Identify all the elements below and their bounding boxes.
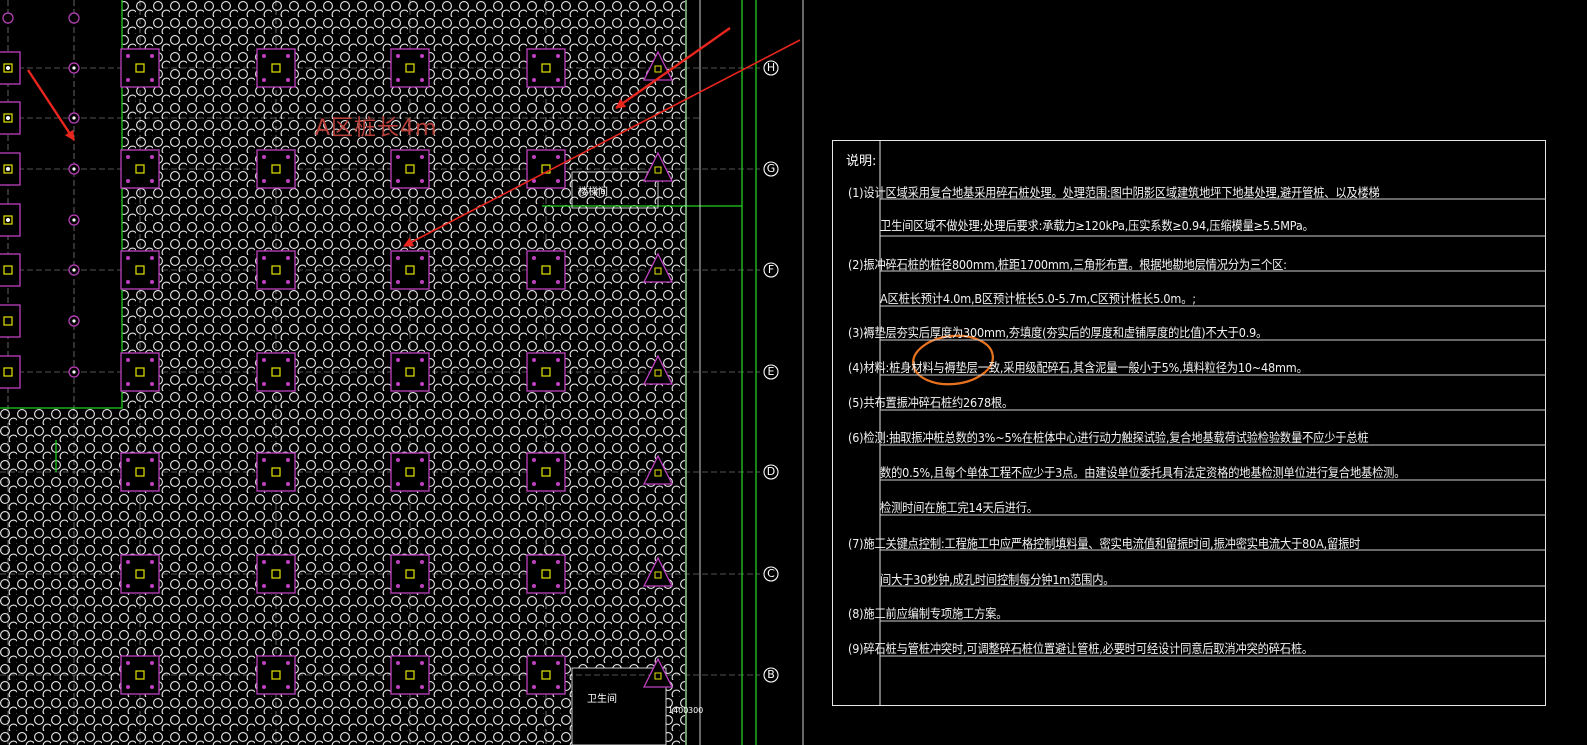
arrow-left [26, 69, 76, 141]
axis-label: F [767, 263, 775, 276]
notes-line: (2)振冲碎石桩的桩径800mm,桩距1700mm,三角形布置。根据地勘地层情况… [848, 257, 1287, 272]
notes-line: 检测时间在施工完14天后进行。 [880, 500, 1038, 515]
notes-line: (7)施工关键点控制:工程施工中应严格控制填料量、密实电流值和留振时间,振冲密实… [848, 536, 1361, 551]
notes-line: (6)检测:抽取振冲桩总数的3%~5%在桩体中心进行动力触探试验,复合地基载荷试… [848, 430, 1369, 445]
axis-label: H [766, 61, 776, 74]
dimension-label: 1400 [668, 706, 689, 715]
axis-label: C [767, 567, 775, 580]
notes-line: (1)设计区域采用复合地基采用碎石桩处理。处理范围:图中阴影区域建筑地坪下地基处… [848, 185, 1380, 200]
notes-title: 说明: [846, 154, 877, 169]
notes-line: 数的0.5%,且每个单体工程不应少于3点。由建设单位委托具有法定资格的地基检测单… [880, 465, 1406, 480]
toilet-room-label: 卫生间 [587, 694, 617, 705]
dimension-label: 300 [688, 706, 704, 715]
notes-line: (4)材料:桩身材料与褥垫层一致,采用级配碎石,其含泥量一般小于5%,填料粒径为… [848, 360, 1308, 375]
notes-line: (5)共布置振冲碎石桩约2678根。 [848, 395, 1014, 410]
notes-line: (3)褥垫层夯实后厚度为300mm,夯填度(夯实后的厚度和虚铺厚度的比值)不大于… [848, 325, 1268, 340]
axis-label: D [766, 465, 776, 478]
axis-label: E [767, 365, 775, 378]
notes-line: A区桩长预计4.0m,B区预计桩长5.0-5.7m,C区预计桩长5.0m。; [880, 291, 1196, 306]
stair-room-label: 楼梯间 [578, 187, 608, 198]
notes-line: 卫生间区域不做处理;处理后要求:承载力≥120kPa,压实系数≥0.94,压缩模… [880, 218, 1314, 233]
axis-label: B [767, 668, 775, 681]
zone-label: A区桩长4m [315, 116, 438, 141]
notes-line: (8)施工前应编制专项施工方案。 [848, 606, 1008, 621]
axis-label: G [766, 162, 776, 175]
notes-line: 间大于30秒钟,成孔时间控制每分钟1m范围内。 [880, 572, 1115, 587]
notes-line: (9)碎石桩与管桩冲突时,可调整碎石桩位置避让管桩,必要时可经设计同意后取消冲突… [848, 641, 1313, 656]
